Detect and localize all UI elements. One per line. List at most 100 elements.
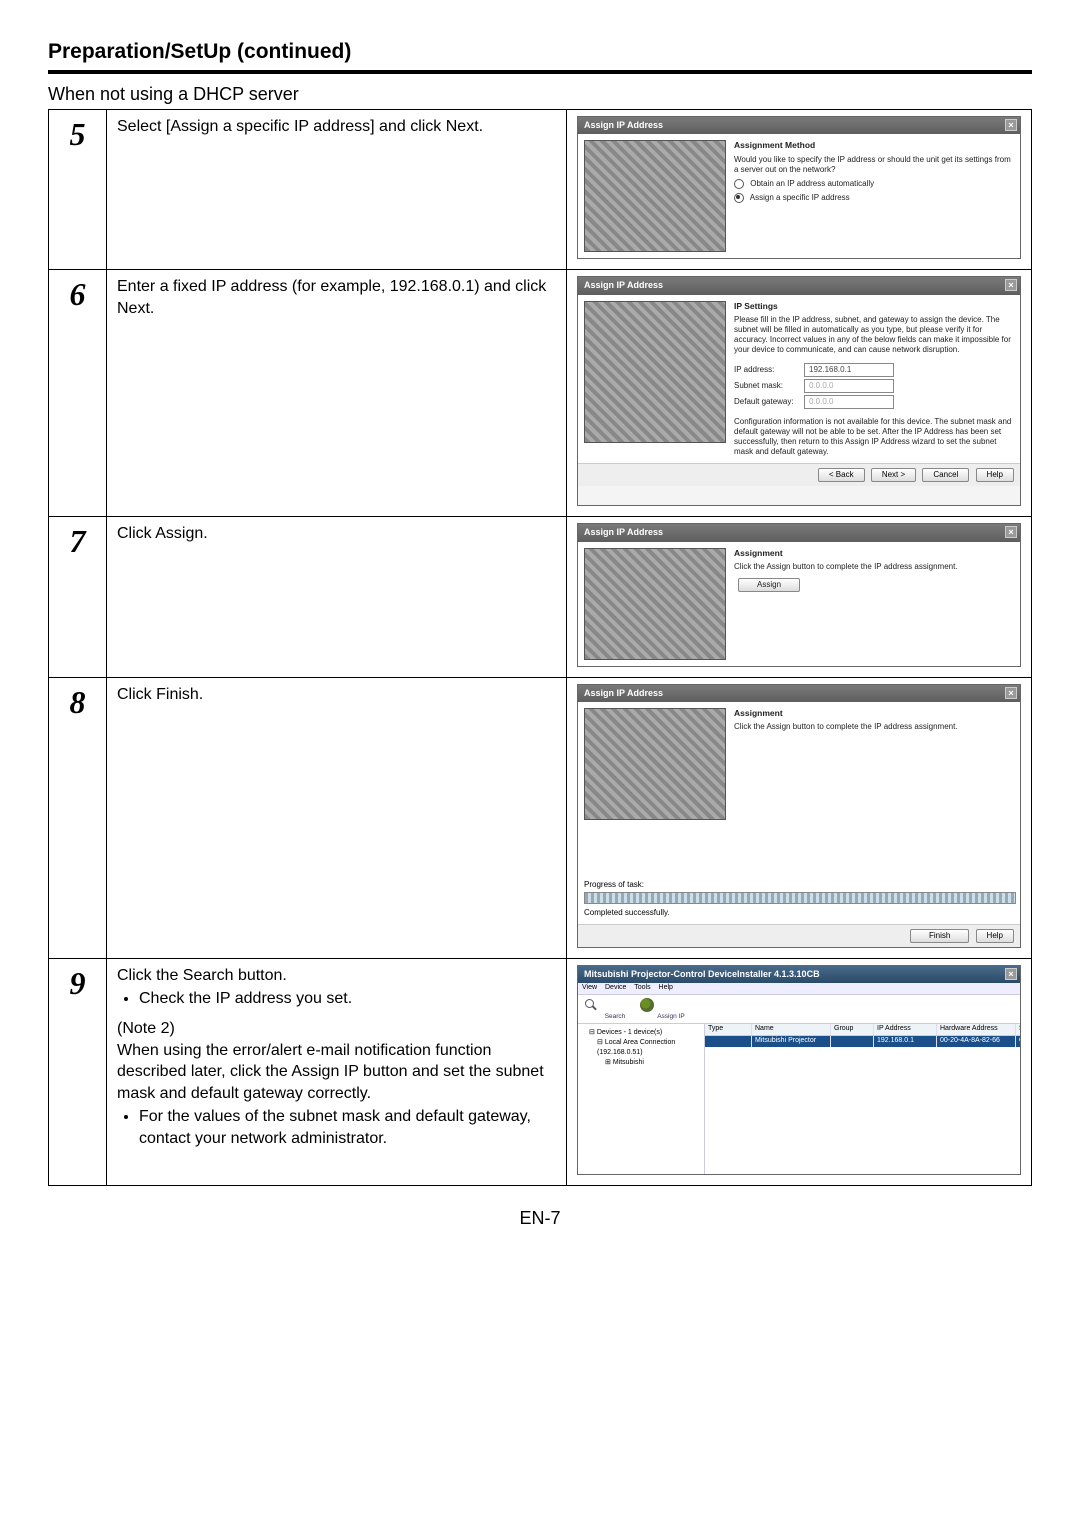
dialog-button-row: Finish Help (578, 924, 1020, 947)
close-icon[interactable]: × (1005, 279, 1017, 291)
radio-icon (734, 179, 744, 189)
back-button[interactable]: < Back (818, 468, 865, 482)
default-gateway-input[interactable]: 0.0.0.0 (804, 395, 894, 409)
instruction-bullet: For the values of the subnet mask and de… (139, 1106, 556, 1149)
step-screenshot: Assign IP Address × Assignment Click the… (567, 517, 1032, 677)
grid-row[interactable]: Mitsubishi Projector 192.168.0.1 00-20-4… (705, 1036, 1020, 1047)
prompt-text: Would you like to specify the IP address… (734, 155, 1014, 175)
step-row: 6 Enter a fixed IP address (for example,… (49, 270, 1032, 517)
progress-label: Progress of task: (584, 880, 1014, 890)
field-label: Default gateway: (734, 397, 804, 407)
page-number: EN-7 (48, 1208, 1032, 1229)
help-button[interactable]: Help (976, 468, 1014, 482)
close-icon[interactable]: × (1005, 526, 1017, 538)
step-screenshot: Mitsubishi Projector-Control DeviceInsta… (567, 958, 1032, 1186)
subnet-mask-input[interactable]: 0.0.0.0 (804, 379, 894, 393)
subnet-mask-field: Subnet mask: 0.0.0.0 (734, 379, 1014, 393)
tree-leaf-label: Mitsubishi (613, 1059, 644, 1066)
step-instruction: Select [Assign a specific IP address] an… (107, 110, 567, 270)
cancel-button[interactable]: Cancel (922, 468, 969, 482)
cell-status: Online (1016, 1036, 1020, 1047)
device-grid: Type Name Group IP Address Hardware Addr… (705, 1024, 1020, 1174)
dialog-title-bar: Assign IP Address × (578, 277, 1020, 294)
menu-help[interactable]: Help (659, 984, 673, 991)
menu-bar: View Device Tools Help (578, 983, 1020, 995)
note-body: When using the error/alert e-mail notifi… (117, 1042, 544, 1102)
assign-ip-dialog: Assign IP Address × IP Settings Please f… (577, 276, 1021, 506)
step-screenshot: Assign IP Address × Assignment Click the… (567, 677, 1032, 958)
wizard-illustration (584, 548, 726, 660)
col-status[interactable]: Status (1016, 1024, 1020, 1035)
close-icon[interactable]: × (1005, 687, 1017, 699)
note-label: (Note 2) (117, 1020, 175, 1037)
assign-ip-dialog: Assign IP Address × Assignment Method Wo… (577, 116, 1021, 259)
tree-lan-node[interactable]: ⊟ Local Area Connection (192.168.0.51) (581, 1038, 701, 1058)
prompt-text: Click the Assign button to complete the … (734, 562, 1014, 572)
device-tree: ⊟ Devices - 1 device(s) ⊟ Local Area Con… (578, 1024, 705, 1174)
cell-ip: 192.168.0.1 (874, 1036, 937, 1047)
prompt-text: Please fill in the IP address, subnet, a… (734, 315, 1014, 355)
assign-ip-dialog: Assign IP Address × Assignment Click the… (577, 523, 1021, 666)
next-button[interactable]: Next > (871, 468, 916, 482)
step-number: 8 (49, 677, 107, 958)
instruction-bullet: Check the IP address you set. (139, 988, 556, 1010)
cell-mac: 00-20-4A-8A-82-66 (937, 1036, 1016, 1047)
assign-ip-icon[interactable] (640, 998, 654, 1012)
window-title: Mitsubishi Projector-Control DeviceInsta… (584, 969, 820, 979)
wizard-illustration (584, 140, 726, 252)
col-type[interactable]: Type (705, 1024, 752, 1035)
col-group[interactable]: Group (831, 1024, 874, 1035)
col-name[interactable]: Name (752, 1024, 831, 1035)
wizard-illustration (584, 301, 726, 443)
radio-auto[interactable]: Obtain an IP address automatically (734, 179, 1014, 189)
wizard-illustration (584, 708, 726, 820)
search-label: Search (598, 998, 632, 1021)
steps-table: 5 Select [Assign a specific IP address] … (48, 109, 1032, 1186)
device-installer-window: Mitsubishi Projector-Control DeviceInsta… (577, 965, 1021, 1176)
help-button[interactable]: Help (976, 929, 1014, 943)
tree-root[interactable]: ⊟ Devices - 1 device(s) (581, 1028, 701, 1038)
progress-bar (584, 892, 1016, 904)
cell-group (831, 1036, 874, 1047)
step-number: 9 (49, 958, 107, 1186)
tree-leaf-node[interactable]: ⊞ Mitsubishi (581, 1058, 701, 1068)
section-subhead: When not using a DHCP server (48, 84, 1032, 105)
menu-tools[interactable]: Tools (634, 984, 650, 991)
section-heading: IP Settings (734, 301, 1014, 312)
step-screenshot: Assign IP Address × IP Settings Please f… (567, 270, 1032, 517)
title-rule (48, 70, 1032, 74)
dialog-title: Assign IP Address (584, 527, 663, 537)
close-icon[interactable]: × (1005, 119, 1017, 131)
tree-lan-label: Local Area Connection (192.168.0.51) (597, 1039, 675, 1056)
cell-type (705, 1036, 752, 1047)
radio-label: Assign a specific IP address (750, 193, 850, 202)
assign-ip-label: Assign IP (654, 998, 688, 1021)
menu-view[interactable]: View (582, 984, 597, 991)
step-row: 5 Select [Assign a specific IP address] … (49, 110, 1032, 270)
search-icon[interactable] (584, 998, 598, 1012)
col-ip[interactable]: IP Address (874, 1024, 937, 1035)
finish-button[interactable]: Finish (910, 929, 969, 943)
close-icon[interactable]: × (1005, 968, 1017, 980)
step-instruction: Enter a fixed IP address (for example, 1… (107, 270, 567, 517)
radio-label: Obtain an IP address automatically (750, 179, 874, 188)
assign-button[interactable]: Assign (738, 578, 800, 592)
menu-device[interactable]: Device (605, 984, 626, 991)
prompt-text: Click the Assign button to complete the … (734, 722, 1014, 732)
cell-name: Mitsubishi Projector (752, 1036, 831, 1047)
step-number: 7 (49, 517, 107, 677)
config-note: Configuration information is not availab… (734, 417, 1014, 457)
section-heading: Assignment (734, 548, 1014, 559)
dialog-title: Assign IP Address (584, 120, 663, 130)
radio-manual[interactable]: Assign a specific IP address (734, 193, 1014, 203)
dialog-title: Assign IP Address (584, 280, 663, 290)
page-title: Preparation/SetUp (continued) (48, 40, 1032, 64)
col-mac[interactable]: Hardware Address (937, 1024, 1016, 1035)
step-number: 5 (49, 110, 107, 270)
ip-address-input[interactable]: 192.168.0.1 (804, 363, 894, 377)
step-row: 8 Click Finish. Assign IP Address × Assi… (49, 677, 1032, 958)
step-screenshot: Assign IP Address × Assignment Method Wo… (567, 110, 1032, 270)
grid-header: Type Name Group IP Address Hardware Addr… (705, 1024, 1020, 1036)
dialog-title-bar: Assign IP Address × (578, 524, 1020, 541)
window-title-bar: Mitsubishi Projector-Control DeviceInsta… (578, 966, 1020, 983)
